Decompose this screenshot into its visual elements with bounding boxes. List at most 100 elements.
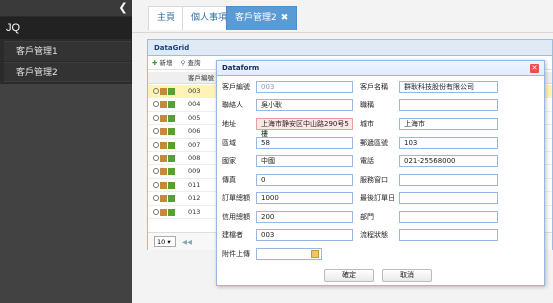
- tab-home[interactable]: 主頁: [148, 6, 185, 30]
- delete-icon[interactable]: [168, 168, 175, 176]
- zip-field[interactable]: 103: [399, 137, 498, 149]
- delete-icon[interactable]: [168, 195, 175, 203]
- city-field[interactable]: 上海市: [399, 118, 498, 130]
- label-customer-id: 客戶編號: [222, 83, 250, 91]
- confirm-button[interactable]: 確定: [324, 269, 374, 282]
- tab-customer2-label: 客戶管理2: [235, 13, 277, 23]
- delete-icon[interactable]: [168, 128, 175, 136]
- label-flow-status: 流程狀態: [360, 231, 388, 239]
- page-size-select[interactable]: 10 ▾: [154, 236, 176, 247]
- column-header-customer-id[interactable]: 客戶編號: [188, 72, 214, 84]
- customer-name-field[interactable]: 群耿科技股份有限公司: [399, 81, 498, 93]
- page-size-value: 10: [157, 238, 166, 246]
- fax-field[interactable]: 0: [256, 174, 353, 186]
- add-icon: ✚: [152, 59, 158, 67]
- view-icon[interactable]: [153, 141, 159, 148]
- sidebar-item-customer2[interactable]: 客戶管理2: [4, 62, 131, 82]
- address-field[interactable]: 上海市静安区中山路290号5樓: [256, 118, 353, 138]
- delete-icon[interactable]: [168, 101, 175, 109]
- country-field[interactable]: 中國: [256, 155, 353, 167]
- label-credit-total: 信用總額: [222, 213, 250, 221]
- job-title-field[interactable]: [399, 99, 498, 111]
- view-icon[interactable]: [153, 88, 159, 94]
- delete-icon[interactable]: [168, 114, 175, 122]
- edit-icon[interactable]: [160, 114, 167, 122]
- label-customer-name: 客戶名稱: [360, 83, 388, 91]
- region-field[interactable]: 58: [256, 137, 353, 149]
- delete-icon[interactable]: [168, 88, 175, 95]
- label-job-title: 職稱: [360, 101, 374, 109]
- delete-icon[interactable]: [168, 154, 175, 162]
- service-window-field[interactable]: [399, 174, 498, 186]
- sidebar-topbar: ❮: [0, 0, 132, 16]
- edit-icon[interactable]: [160, 181, 167, 189]
- row-customer-id: 007: [188, 140, 201, 149]
- view-icon[interactable]: [153, 195, 159, 202]
- row-customer-id: 012: [188, 194, 201, 203]
- collapse-chevron-icon[interactable]: ❮: [118, 2, 128, 14]
- cancel-button[interactable]: 取消: [382, 269, 432, 282]
- edit-icon[interactable]: [160, 195, 167, 203]
- edit-icon[interactable]: [160, 141, 167, 149]
- sidebar-item-customer1[interactable]: 客戶管理1: [4, 41, 131, 61]
- view-icon[interactable]: [153, 181, 159, 188]
- delete-icon[interactable]: [168, 141, 175, 149]
- label-address: 地址: [222, 120, 236, 128]
- row-customer-id: 009: [188, 167, 201, 176]
- row-customer-id: 005: [188, 113, 201, 122]
- add-button-label: 新增: [159, 59, 173, 67]
- flow-status-field[interactable]: [399, 229, 498, 241]
- sidebar-empty-area: [0, 84, 132, 303]
- app-window: ❮ JQ 客戶管理1 客戶管理2 主頁 個人事項 客戶管理2 ✖ DataGrid…: [0, 0, 553, 303]
- datagrid-title: DataGrid: [148, 40, 552, 56]
- view-icon[interactable]: [153, 128, 159, 135]
- delete-icon[interactable]: [168, 208, 175, 216]
- query-button[interactable]: ⚲ 查詢: [181, 59, 201, 67]
- add-button[interactable]: ✚ 新增: [152, 59, 173, 67]
- contact-field[interactable]: 吳小耿: [256, 99, 353, 111]
- view-icon[interactable]: [153, 208, 159, 215]
- query-button-label: 查詢: [187, 59, 201, 67]
- row-customer-id: 013: [188, 207, 201, 216]
- view-icon[interactable]: [153, 114, 159, 121]
- folder-icon[interactable]: [311, 250, 319, 258]
- phone-field[interactable]: 021-25568000: [399, 155, 498, 167]
- label-phone: 電話: [360, 157, 374, 165]
- view-icon[interactable]: [153, 101, 159, 108]
- view-icon[interactable]: [153, 168, 159, 175]
- label-order-total: 訂單總額: [222, 194, 250, 202]
- row-customer-id: 011: [188, 180, 201, 189]
- delete-icon[interactable]: [168, 181, 175, 189]
- label-creator: 建檔者: [222, 231, 243, 239]
- dataform-dialog: Dataform ✕ 客戶編號 003 聯絡人 吳小耿 地址 上海市静安区中山路…: [216, 60, 545, 286]
- view-icon[interactable]: [153, 154, 159, 161]
- tab-customer2[interactable]: 客戶管理2 ✖: [226, 6, 298, 30]
- department-field[interactable]: [399, 211, 498, 223]
- last-order-date-field[interactable]: [399, 192, 498, 204]
- close-icon[interactable]: ✕: [530, 64, 539, 73]
- edit-icon[interactable]: [160, 208, 167, 216]
- credit-total-field[interactable]: 200: [256, 211, 353, 223]
- label-zip: 郵遞區號: [360, 139, 388, 147]
- label-last-order-date: 最後訂單日: [360, 194, 395, 202]
- label-fax: 傳真: [222, 176, 236, 184]
- attachment-field[interactable]: [256, 248, 322, 260]
- first-page-icon[interactable]: ◀◀: [182, 233, 192, 251]
- label-service-window: 服務窗口: [360, 176, 388, 184]
- edit-icon[interactable]: [160, 168, 167, 176]
- label-city: 城市: [360, 120, 374, 128]
- row-customer-id: 004: [188, 100, 201, 109]
- label-contact: 聯絡人: [222, 101, 243, 109]
- close-tab-icon[interactable]: ✖: [281, 13, 289, 23]
- edit-icon[interactable]: [160, 101, 167, 109]
- customer-id-field[interactable]: 003: [256, 81, 353, 93]
- row-customer-id: 008: [188, 153, 201, 162]
- search-icon: ⚲: [180, 59, 186, 67]
- edit-icon[interactable]: [160, 154, 167, 162]
- order-total-field[interactable]: 1000: [256, 192, 353, 204]
- edit-icon[interactable]: [160, 88, 167, 95]
- creator-field[interactable]: 003: [256, 229, 353, 241]
- tab-bar: 主頁 個人事項 客戶管理2 ✖: [132, 0, 553, 33]
- label-country: 國家: [222, 157, 236, 165]
- edit-icon[interactable]: [160, 128, 167, 136]
